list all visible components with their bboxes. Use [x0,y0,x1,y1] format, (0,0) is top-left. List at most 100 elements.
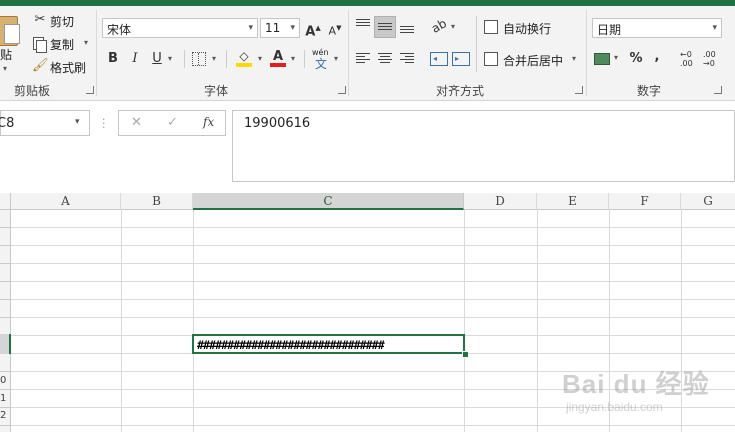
font-group-label: 字体 [204,84,229,98]
merge-dropdown-icon[interactable]: ▾ [572,54,576,63]
gridline [11,227,735,228]
gridline [11,245,735,246]
enter-icon[interactable]: ✓ [167,115,178,130]
insert-function-icon[interactable]: fx [203,115,214,129]
font-color-button[interactable]: A [270,48,288,68]
row-divider [0,227,11,228]
formula-content: 19900616 [244,116,311,131]
align-bottom-icon[interactable] [400,18,416,34]
row-number: 0 [0,375,7,386]
font-color-dropdown-icon[interactable]: ▾ [291,54,295,63]
alignment-group-label: 对齐方式 [436,84,485,98]
active-cell-c8[interactable]: ############################### [192,334,465,354]
underline-button[interactable]: U [150,51,164,67]
italic-button[interactable]: I [128,51,142,67]
gridline [11,281,735,282]
merge-center-button[interactable]: 合并后居中 ▾ [484,51,580,69]
paste-button[interactable]: 粘贴 ▾ [0,14,24,74]
formula-input[interactable]: 19900616 [232,110,735,182]
font-color-bar [270,63,286,67]
gridline [121,210,122,432]
accounting-dropdown-icon[interactable]: ▾ [614,53,618,62]
number-dialog-launcher-icon[interactable] [714,86,722,94]
baidu-watermark-url: jingyan.baidu.com [566,400,663,414]
column-header-c[interactable]: C [193,193,464,210]
decrease-decimal-icon[interactable]: .00 →0 [703,50,721,70]
column-header-d[interactable]: D [464,193,537,210]
gridline [11,263,735,264]
fill-handle[interactable] [462,351,469,358]
increase-decimal-icon[interactable]: ←0.00 [680,50,698,70]
number-group-label: 数字 [637,84,662,98]
column-header-e[interactable]: E [537,193,609,210]
fill-color-button[interactable]: ◇ [236,48,254,68]
copy-button[interactable]: 复制 ▾ [32,35,94,53]
currency-icon [594,53,610,65]
borders-button[interactable] [192,52,206,66]
row-divider [0,389,11,390]
border-grid-icon [198,53,200,65]
align-center-icon[interactable] [378,53,394,65]
phonetic-dropdown-icon[interactable]: ▾ [334,54,338,63]
select-all-corner[interactable] [0,193,11,210]
percent-button[interactable]: % [628,51,644,67]
font-size-select[interactable]: 11 ▾ [260,18,300,38]
separator [348,10,349,96]
chevron-down-icon[interactable]: ▾ [75,117,80,127]
cancel-icon[interactable]: ✕ [131,115,142,130]
paint-bucket-icon: ◇ [239,49,249,63]
font-name-select[interactable]: 宋体 ▾ [102,18,258,38]
clipboard-dialog-launcher-icon[interactable] [86,86,94,94]
name-box[interactable]: C8 ▾ [0,110,90,136]
align-top-icon[interactable] [356,18,372,32]
increase-font-size-icon[interactable]: A▲ [304,20,322,40]
fill-color-bar [236,63,252,67]
chevron-down-icon: ▾ [712,23,717,33]
row-number: 2 [0,410,7,421]
watermark-logo-text: Bai du 经验 [562,369,710,399]
number-format-value: 日期 [597,23,622,37]
row-divider [0,281,11,282]
increase-indent-icon[interactable]: ▸ [452,52,470,66]
gridline [11,425,735,426]
orientation-dropdown-icon[interactable]: ▾ [451,22,455,31]
accounting-format-button[interactable]: ▾ [594,51,624,69]
comma-button[interactable]: , [652,49,662,65]
chevron-down-icon: ▾ [248,23,253,33]
wrap-text-button[interactable]: 自动换行 [484,19,574,37]
decrease-font-size-icon[interactable]: A▼ [326,20,344,40]
row-divider [0,371,11,372]
decrease-indent-icon[interactable]: ◂ [430,52,448,66]
column-header-g[interactable]: G [681,193,735,210]
number-format-select[interactable]: 日期 ▾ [592,18,722,38]
paste-dropdown-icon[interactable]: ▾ [3,64,7,73]
clipboard-group-label: 剪贴板 [14,84,51,98]
column-header-a[interactable]: A [11,193,121,210]
cut-button[interactable]: ✂ 剪切 [32,12,92,30]
align-right-icon[interactable] [400,53,416,65]
phonetic-guide-button[interactable]: wén 文 [312,48,332,71]
bold-button[interactable]: B [106,51,120,67]
underline-dropdown-icon[interactable]: ▾ [168,54,172,63]
alignment-dialog-launcher-icon[interactable] [575,86,583,94]
gridline [193,210,194,432]
align-left-icon[interactable] [356,53,372,65]
row-divider [0,299,11,300]
scissors-icon: ✂ [34,12,46,27]
merge-center-icon [484,52,498,66]
fill-color-dropdown-icon[interactable]: ▾ [258,54,262,63]
column-header-f[interactable]: F [609,193,681,210]
row-divider [0,407,11,408]
paste-label: 粘贴 [0,48,13,62]
font-dialog-launcher-icon[interactable] [338,86,346,94]
copy-dropdown-icon[interactable]: ▾ [84,38,88,47]
brush-icon: 🖌 [32,58,49,73]
column-header-b[interactable]: B [121,193,193,210]
gridline [464,210,465,432]
wrap-text-icon [484,20,498,34]
format-painter-button[interactable]: 🖌 格式刷 [32,58,92,76]
align-middle-icon[interactable] [374,16,396,38]
row-header-selected [0,334,11,354]
gridline [537,210,538,432]
borders-dropdown-icon[interactable]: ▾ [212,54,216,63]
